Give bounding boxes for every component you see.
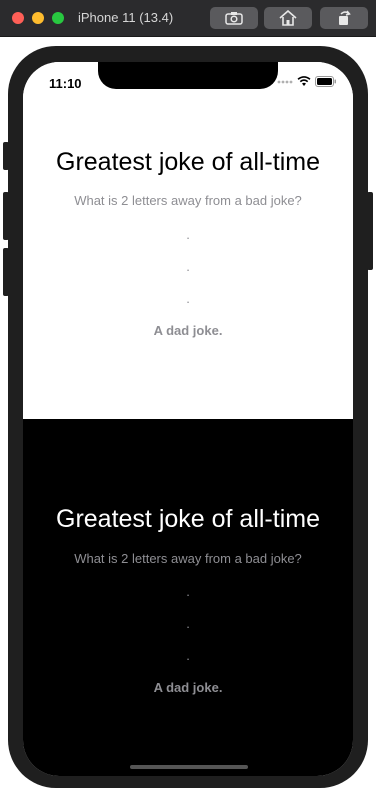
- simulator-titlebar: iPhone 11 (13.4): [0, 0, 376, 37]
- screenshot-button[interactable]: [210, 7, 258, 29]
- battery-icon: [315, 76, 336, 87]
- minimize-window-button[interactable]: [32, 12, 44, 24]
- joke-question: What is 2 letters away from a bad joke?: [74, 551, 302, 566]
- window-title: iPhone 11 (13.4): [78, 10, 174, 25]
- status-icons: [277, 76, 337, 87]
- notch: [98, 62, 278, 89]
- ellipsis-dot: .: [186, 291, 190, 306]
- light-mode-preview: Greatest joke of all-time What is 2 lett…: [23, 62, 353, 419]
- rotate-icon: [339, 10, 351, 25]
- ellipsis-dot: .: [186, 227, 190, 242]
- power-button[interactable]: [367, 192, 373, 270]
- screenshot-icon: [225, 12, 243, 25]
- zoom-window-button[interactable]: [52, 12, 64, 24]
- dark-mode-preview: Greatest joke of all-time What is 2 lett…: [23, 419, 353, 776]
- ellipsis-dot: .: [186, 259, 190, 274]
- mute-switch[interactable]: [3, 142, 9, 170]
- rotate-button[interactable]: [320, 7, 368, 29]
- wifi-icon: [297, 76, 311, 86]
- joke-title: Greatest joke of all-time: [56, 148, 320, 176]
- volume-up-button[interactable]: [3, 192, 9, 240]
- signal-icon: [277, 80, 293, 83]
- home-indicator[interactable]: [130, 765, 248, 769]
- home-button[interactable]: [264, 7, 312, 29]
- joke-answer: A dad joke.: [153, 323, 223, 338]
- volume-down-button[interactable]: [3, 248, 9, 296]
- status-time: 11:10: [49, 76, 82, 91]
- joke-question: What is 2 letters away from a bad joke?: [74, 193, 302, 208]
- joke-title: Greatest joke of all-time: [56, 505, 320, 533]
- joke-answer: A dad joke.: [153, 680, 223, 695]
- ellipsis-dot: .: [186, 616, 190, 631]
- home-icon: [279, 10, 297, 26]
- close-window-button[interactable]: [12, 12, 24, 24]
- device-screen: Greatest joke of all-time What is 2 lett…: [23, 62, 353, 776]
- ellipsis-dot: .: [186, 584, 190, 599]
- ellipsis-dot: .: [186, 648, 190, 663]
